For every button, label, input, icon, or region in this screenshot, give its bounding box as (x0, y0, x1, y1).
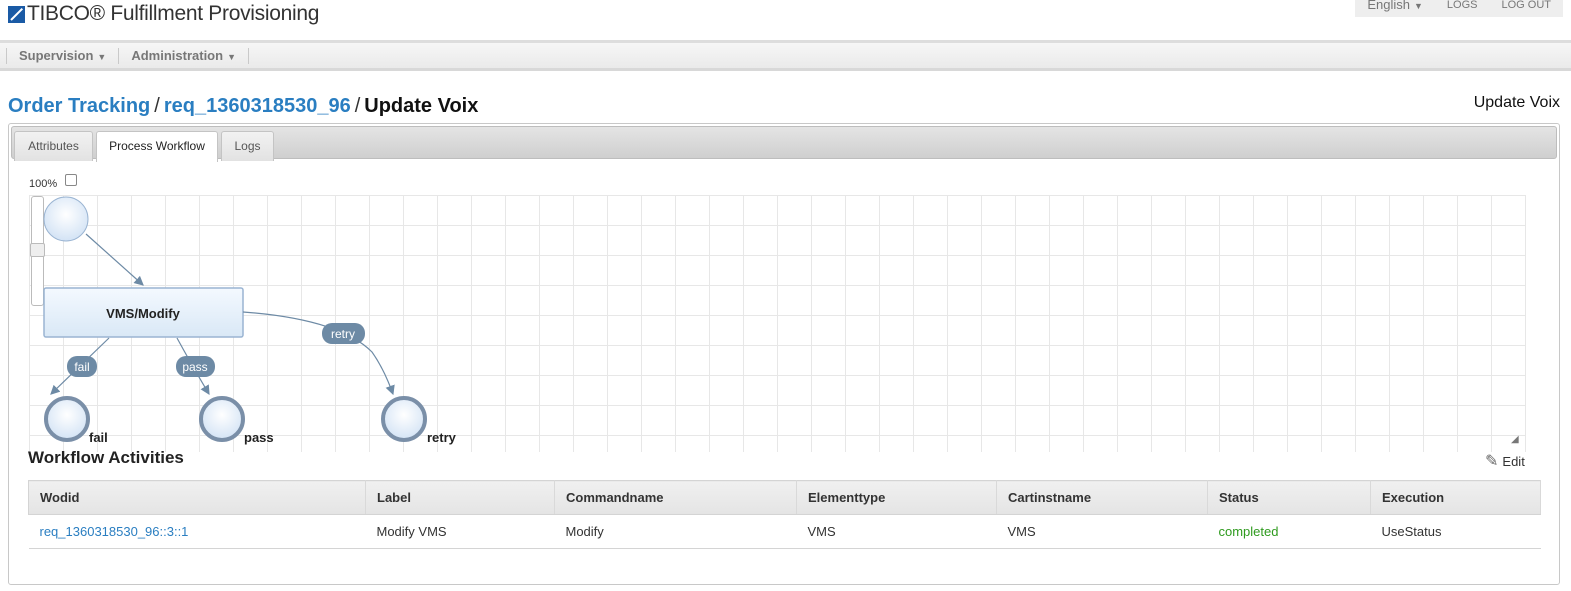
menu-supervision[interactable]: Supervision ▼ (6, 47, 118, 64)
edge-start (85, 233, 144, 286)
edge-label-fail: fail (74, 360, 89, 374)
end-node-pass[interactable] (199, 396, 245, 442)
tibco-logo-icon (8, 5, 25, 23)
cell-cartinstname: VMS (996, 514, 1208, 549)
main-menubar: Supervision ▼ Administration ▼ (0, 40, 1571, 71)
chevron-down-icon: ▼ (97, 51, 107, 62)
column-header-commandname[interactable]: Commandname (554, 480, 797, 515)
order-panel: Attributes Process Workflow Logs 100% VM… (8, 123, 1560, 585)
logout-link[interactable]: LOG OUT (1489, 0, 1563, 11)
cell-elementtype: VMS (796, 514, 997, 549)
breadcrumb: Order Tracking / req_1360318530_96/Update … (8, 95, 478, 118)
breadcrumb-order-tracking[interactable]: Order Tracking (8, 95, 150, 117)
end-node-retry-label: retry (427, 430, 457, 445)
breadcrumb-request[interactable]: req_1360318530_96 (164, 95, 351, 117)
wodid-link[interactable]: req_1360318530_96::3::1 (28, 514, 366, 549)
status-badge: completed (1207, 514, 1371, 549)
breadcrumb-separator: / (354, 95, 361, 117)
menu-administration[interactable]: Administration ▼ (118, 47, 249, 64)
language-label: English (1367, 0, 1410, 12)
workflow-activities-table: Wodid Label Commandname Elementtype Cart… (28, 480, 1541, 549)
top-links: English ▼ LOGS LOG OUT (1355, 0, 1563, 17)
vms-modify-label: VMS/Modify (106, 306, 180, 321)
menu-supervision-label: Supervision (19, 47, 94, 63)
table-header-row: Wodid Label Commandname Elementtype Cart… (28, 480, 1541, 515)
cell-execution: UseStatus (1370, 514, 1541, 549)
tibco-logo: TIBCO® Fulfillment Provisioning (8, 2, 319, 26)
column-header-label[interactable]: Label (365, 480, 555, 515)
workflow-diagram: VMS/Modify fail pass retry fail pass ret… (43, 196, 457, 445)
resize-grip-icon[interactable]: ◢ (1511, 434, 1519, 445)
chevron-down-icon: ▼ (1413, 1, 1423, 11)
workflow-activities-title: Workflow Activities (28, 448, 184, 467)
cell-label: Modify VMS (365, 514, 555, 549)
edit-label: Edit (1502, 453, 1525, 469)
end-node-fail-label: fail (89, 430, 108, 445)
page-title: Update Voix (1473, 94, 1560, 111)
end-node-fail[interactable] (44, 396, 90, 442)
language-selector[interactable]: English ▼ (1355, 0, 1435, 11)
edge-retry (242, 311, 395, 396)
breadcrumb-separator: / (154, 95, 160, 117)
edit-button[interactable]: ✎ Edit (1485, 451, 1525, 471)
column-header-wodid[interactable]: Wodid (28, 480, 366, 515)
menu-administration-label: Administration (131, 47, 224, 63)
app-title: TIBCO® Fulfillment Provisioning (27, 2, 320, 25)
edge-label-pass: pass (182, 360, 207, 374)
column-header-elementtype[interactable]: Elementtype (796, 480, 997, 515)
column-header-status[interactable]: Status (1207, 480, 1371, 515)
chevron-down-icon: ▼ (227, 51, 236, 62)
end-node-pass-label: pass (244, 430, 274, 445)
edge-label-retry: retry (331, 327, 355, 341)
table-row[interactable]: req_1360318530_96::3::1 Modify VMS Modif… (28, 514, 1541, 549)
column-header-execution[interactable]: Execution (1370, 480, 1541, 515)
column-header-cartinstname[interactable]: Cartinstname (996, 480, 1208, 515)
cell-commandname: Modify (554, 514, 797, 549)
breadcrumb-current: Update Voix (364, 95, 479, 117)
pencil-icon: ✎ (1485, 453, 1499, 470)
end-node-retry[interactable] (381, 396, 427, 442)
start-node[interactable] (43, 196, 89, 242)
logs-link[interactable]: LOGS (1435, 0, 1490, 11)
